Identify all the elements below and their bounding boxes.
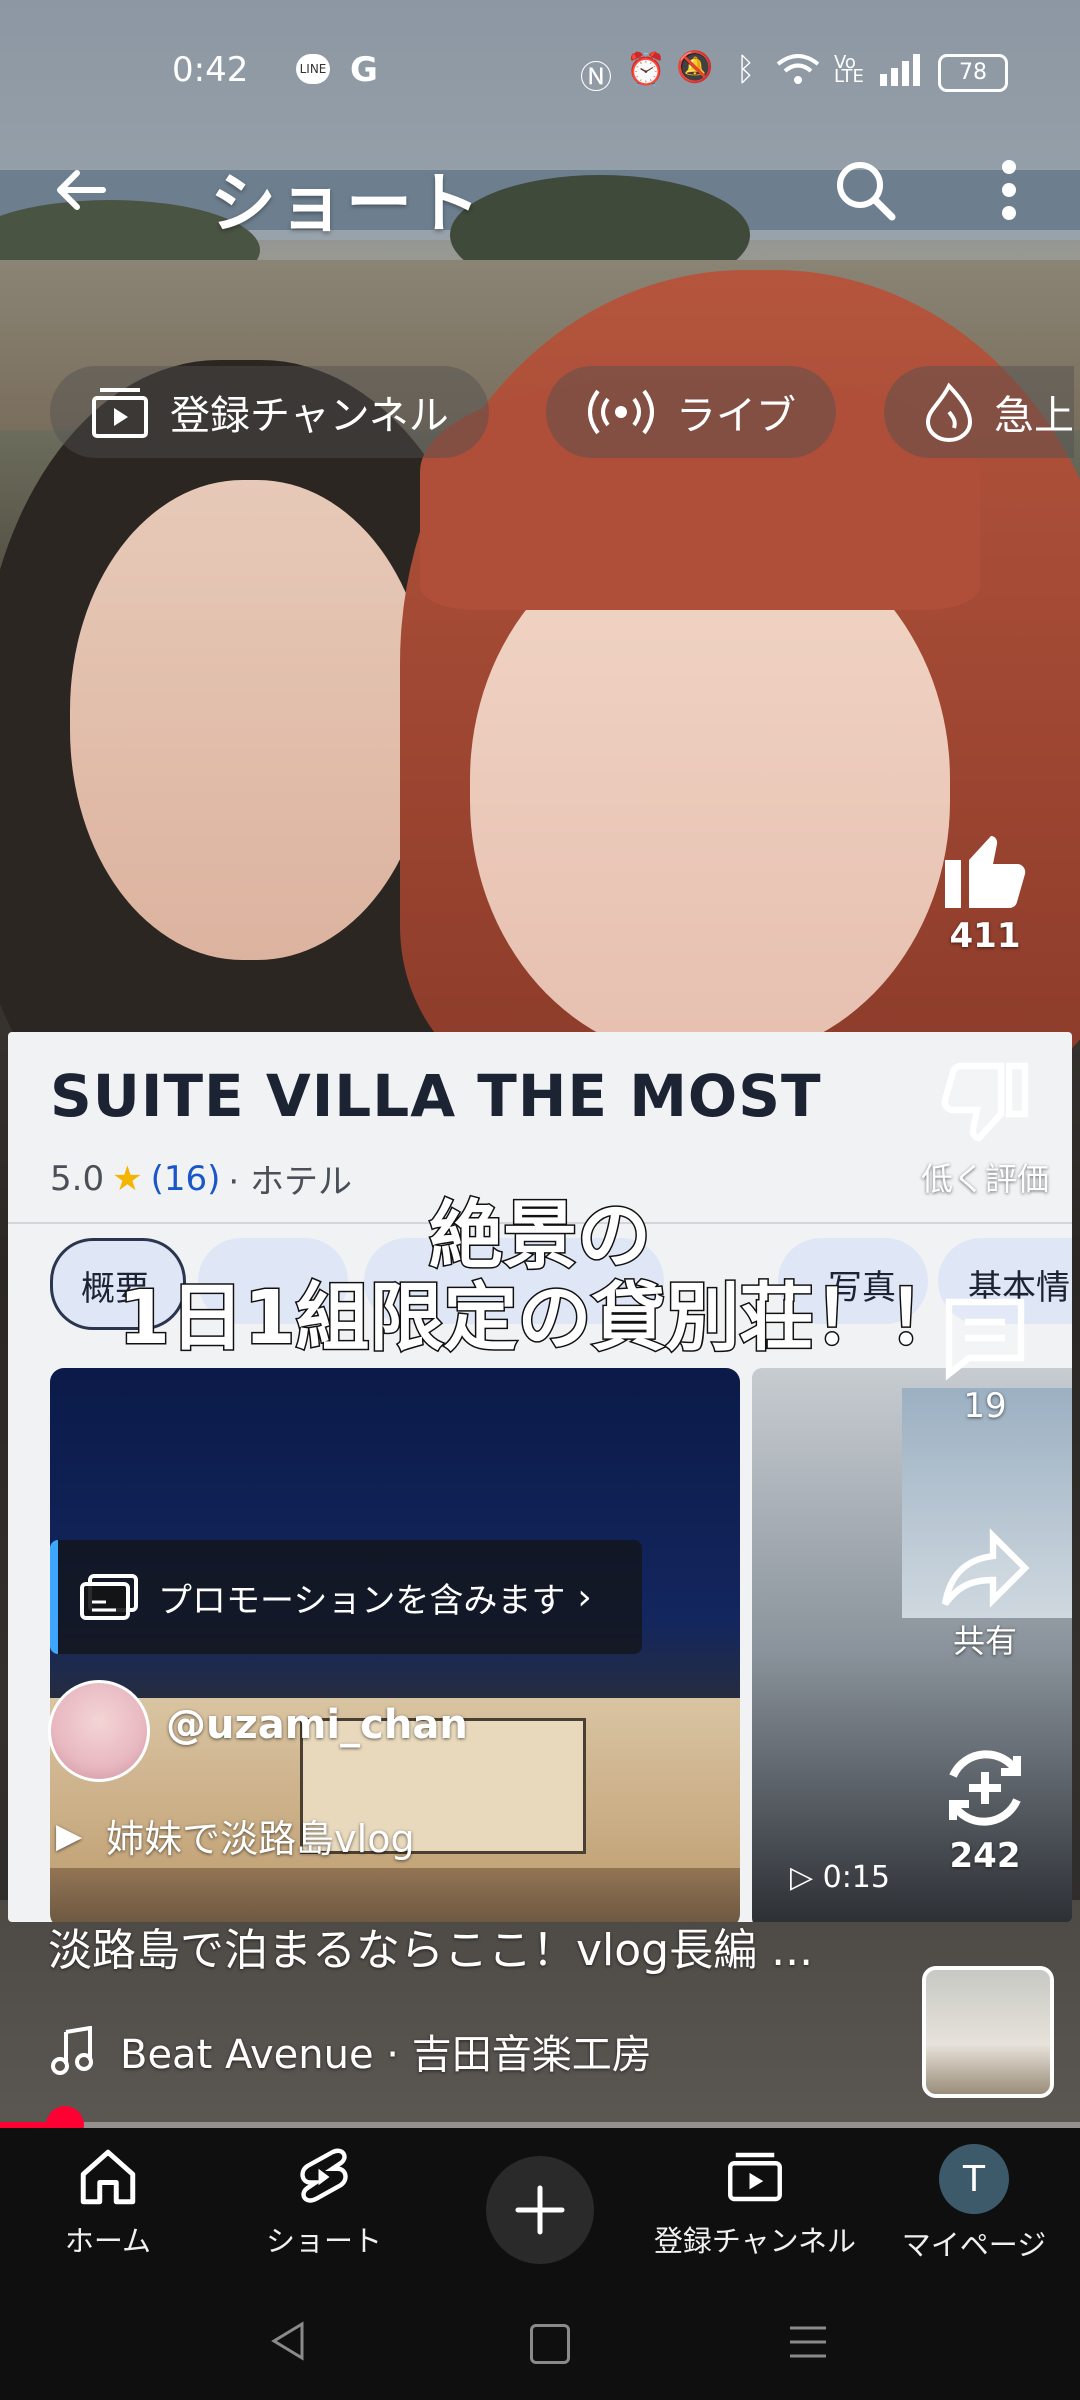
line-icon: LINE: [296, 54, 330, 84]
mute-icon: 🔕: [676, 50, 714, 85]
music-title: Beat Avenue · 吉田音楽工房: [120, 2032, 652, 2078]
chevron-right-icon: ›: [577, 1576, 592, 1618]
page-title: ショート: [210, 165, 482, 242]
video-title[interactable]: 淡路島で泊まるならここ！vlog長編 ...: [48, 1914, 908, 1978]
duration-text: 0:15: [822, 1860, 890, 1895]
live-icon: [588, 389, 654, 435]
music-link[interactable]: Beat Avenue · 吉田音楽工房: [50, 2022, 652, 2080]
promotion-accent: [50, 1540, 58, 1654]
status-bar: 0:42 LINE G Ⓝ ⏰ 🔕 ᛒ Vo LTE 78: [0, 0, 1080, 140]
remix-icon: [949, 1750, 1021, 1826]
dislike-label: 低く評価: [920, 1160, 1049, 1198]
remix-button[interactable]: 242: [905, 1740, 1065, 1876]
more-vert-icon: [1002, 160, 1016, 220]
playlist-link[interactable]: ▶ 姉妹で淡路島vlog: [56, 1808, 415, 1863]
back-button[interactable]: [36, 145, 126, 235]
status-time: 0:42: [172, 50, 249, 90]
alarm-icon: ⏰: [626, 50, 666, 88]
nfc-icon: Ⓝ: [580, 58, 613, 96]
nav-mypage[interactable]: T マイページ: [884, 2144, 1064, 2264]
nav-label: ホーム: [64, 2224, 152, 2258]
chip-live[interactable]: ライブ: [546, 366, 836, 458]
avatar: T: [939, 2144, 1009, 2214]
dislike-button[interactable]: 低く評価: [905, 1058, 1065, 1200]
volte-icon: Vo LTE: [834, 52, 864, 87]
create-button[interactable]: [486, 2156, 594, 2264]
promotion-icon: [80, 1574, 138, 1620]
bluetooth-icon: ᛒ: [736, 50, 756, 88]
share-button[interactable]: 共有: [905, 1520, 1065, 1662]
chip-subscriptions[interactable]: 登録チャンネル: [50, 366, 489, 458]
more-options-button[interactable]: [964, 145, 1054, 235]
nav-shorts[interactable]: ショート: [234, 2144, 414, 2260]
chip-label: 急上: [994, 393, 1074, 439]
shorts-icon: [300, 2148, 348, 2203]
playlist-title: 姉妹で淡路島vlog: [106, 1817, 415, 1861]
subscriptions-icon: [92, 388, 148, 438]
trending-icon: [925, 382, 973, 442]
system-home-icon[interactable]: [530, 2324, 570, 2364]
nav-home[interactable]: ホーム: [18, 2144, 198, 2260]
promotion-label: プロモーションを含みます: [158, 1580, 566, 1621]
chip-label: 登録チャンネル: [170, 393, 449, 439]
share-icon: [941, 1528, 1030, 1608]
face-left: [70, 480, 430, 960]
place-name: SUITE VILLA THE MOST: [50, 1062, 822, 1130]
signal-icon: [880, 54, 920, 86]
comment-icon: [945, 1298, 1025, 1381]
comments-button[interactable]: 19: [905, 1290, 1065, 1426]
system-recents-icon[interactable]: [786, 2322, 830, 2362]
arrow-left-icon: [57, 170, 106, 210]
home-icon: [80, 2149, 136, 2205]
chip-trending[interactable]: 急上: [884, 366, 1074, 458]
battery-icon: 78: [938, 54, 1008, 92]
like-button[interactable]: 411: [905, 820, 1065, 956]
wifi-icon: [776, 54, 820, 84]
battery-level: 78: [959, 60, 987, 85]
subscriptions-icon: [728, 2152, 782, 2202]
chip-label: ライブ: [676, 393, 796, 439]
search-icon: [837, 162, 896, 221]
play-icon: ▶: [56, 1815, 83, 1856]
comment-count: 19: [963, 1386, 1007, 1426]
nav-label: 登録チャンネル: [653, 2224, 857, 2258]
plus-icon: [515, 2185, 565, 2235]
channel-avatar[interactable]: [48, 1680, 150, 1782]
music-note-icon: [51, 2026, 93, 2075]
video-duration: ▷ 0:15: [790, 1860, 890, 1895]
search-button[interactable]: [820, 145, 910, 235]
thumb-up-icon: [945, 836, 1026, 908]
like-count: 411: [949, 916, 1021, 956]
nav-label: マイページ: [901, 2228, 1047, 2262]
remix-count: 242: [949, 1836, 1021, 1876]
nav-label: ショート: [265, 2224, 382, 2258]
thumb-down-icon: [941, 1062, 1029, 1142]
google-icon: G: [350, 50, 378, 90]
nav-subscriptions[interactable]: 登録チャンネル: [648, 2144, 862, 2260]
share-label: 共有: [952, 1622, 1017, 1660]
sound-thumbnail[interactable]: [922, 1966, 1054, 2098]
system-back-icon[interactable]: [266, 2318, 312, 2364]
channel-handle[interactable]: @uzami_chan: [166, 1702, 468, 1748]
bottom-nav: ホーム ショート 登録チャンネル T マイページ: [0, 2128, 1080, 2400]
promotion-banner[interactable]: プロモーションを含みます ›: [50, 1540, 642, 1654]
